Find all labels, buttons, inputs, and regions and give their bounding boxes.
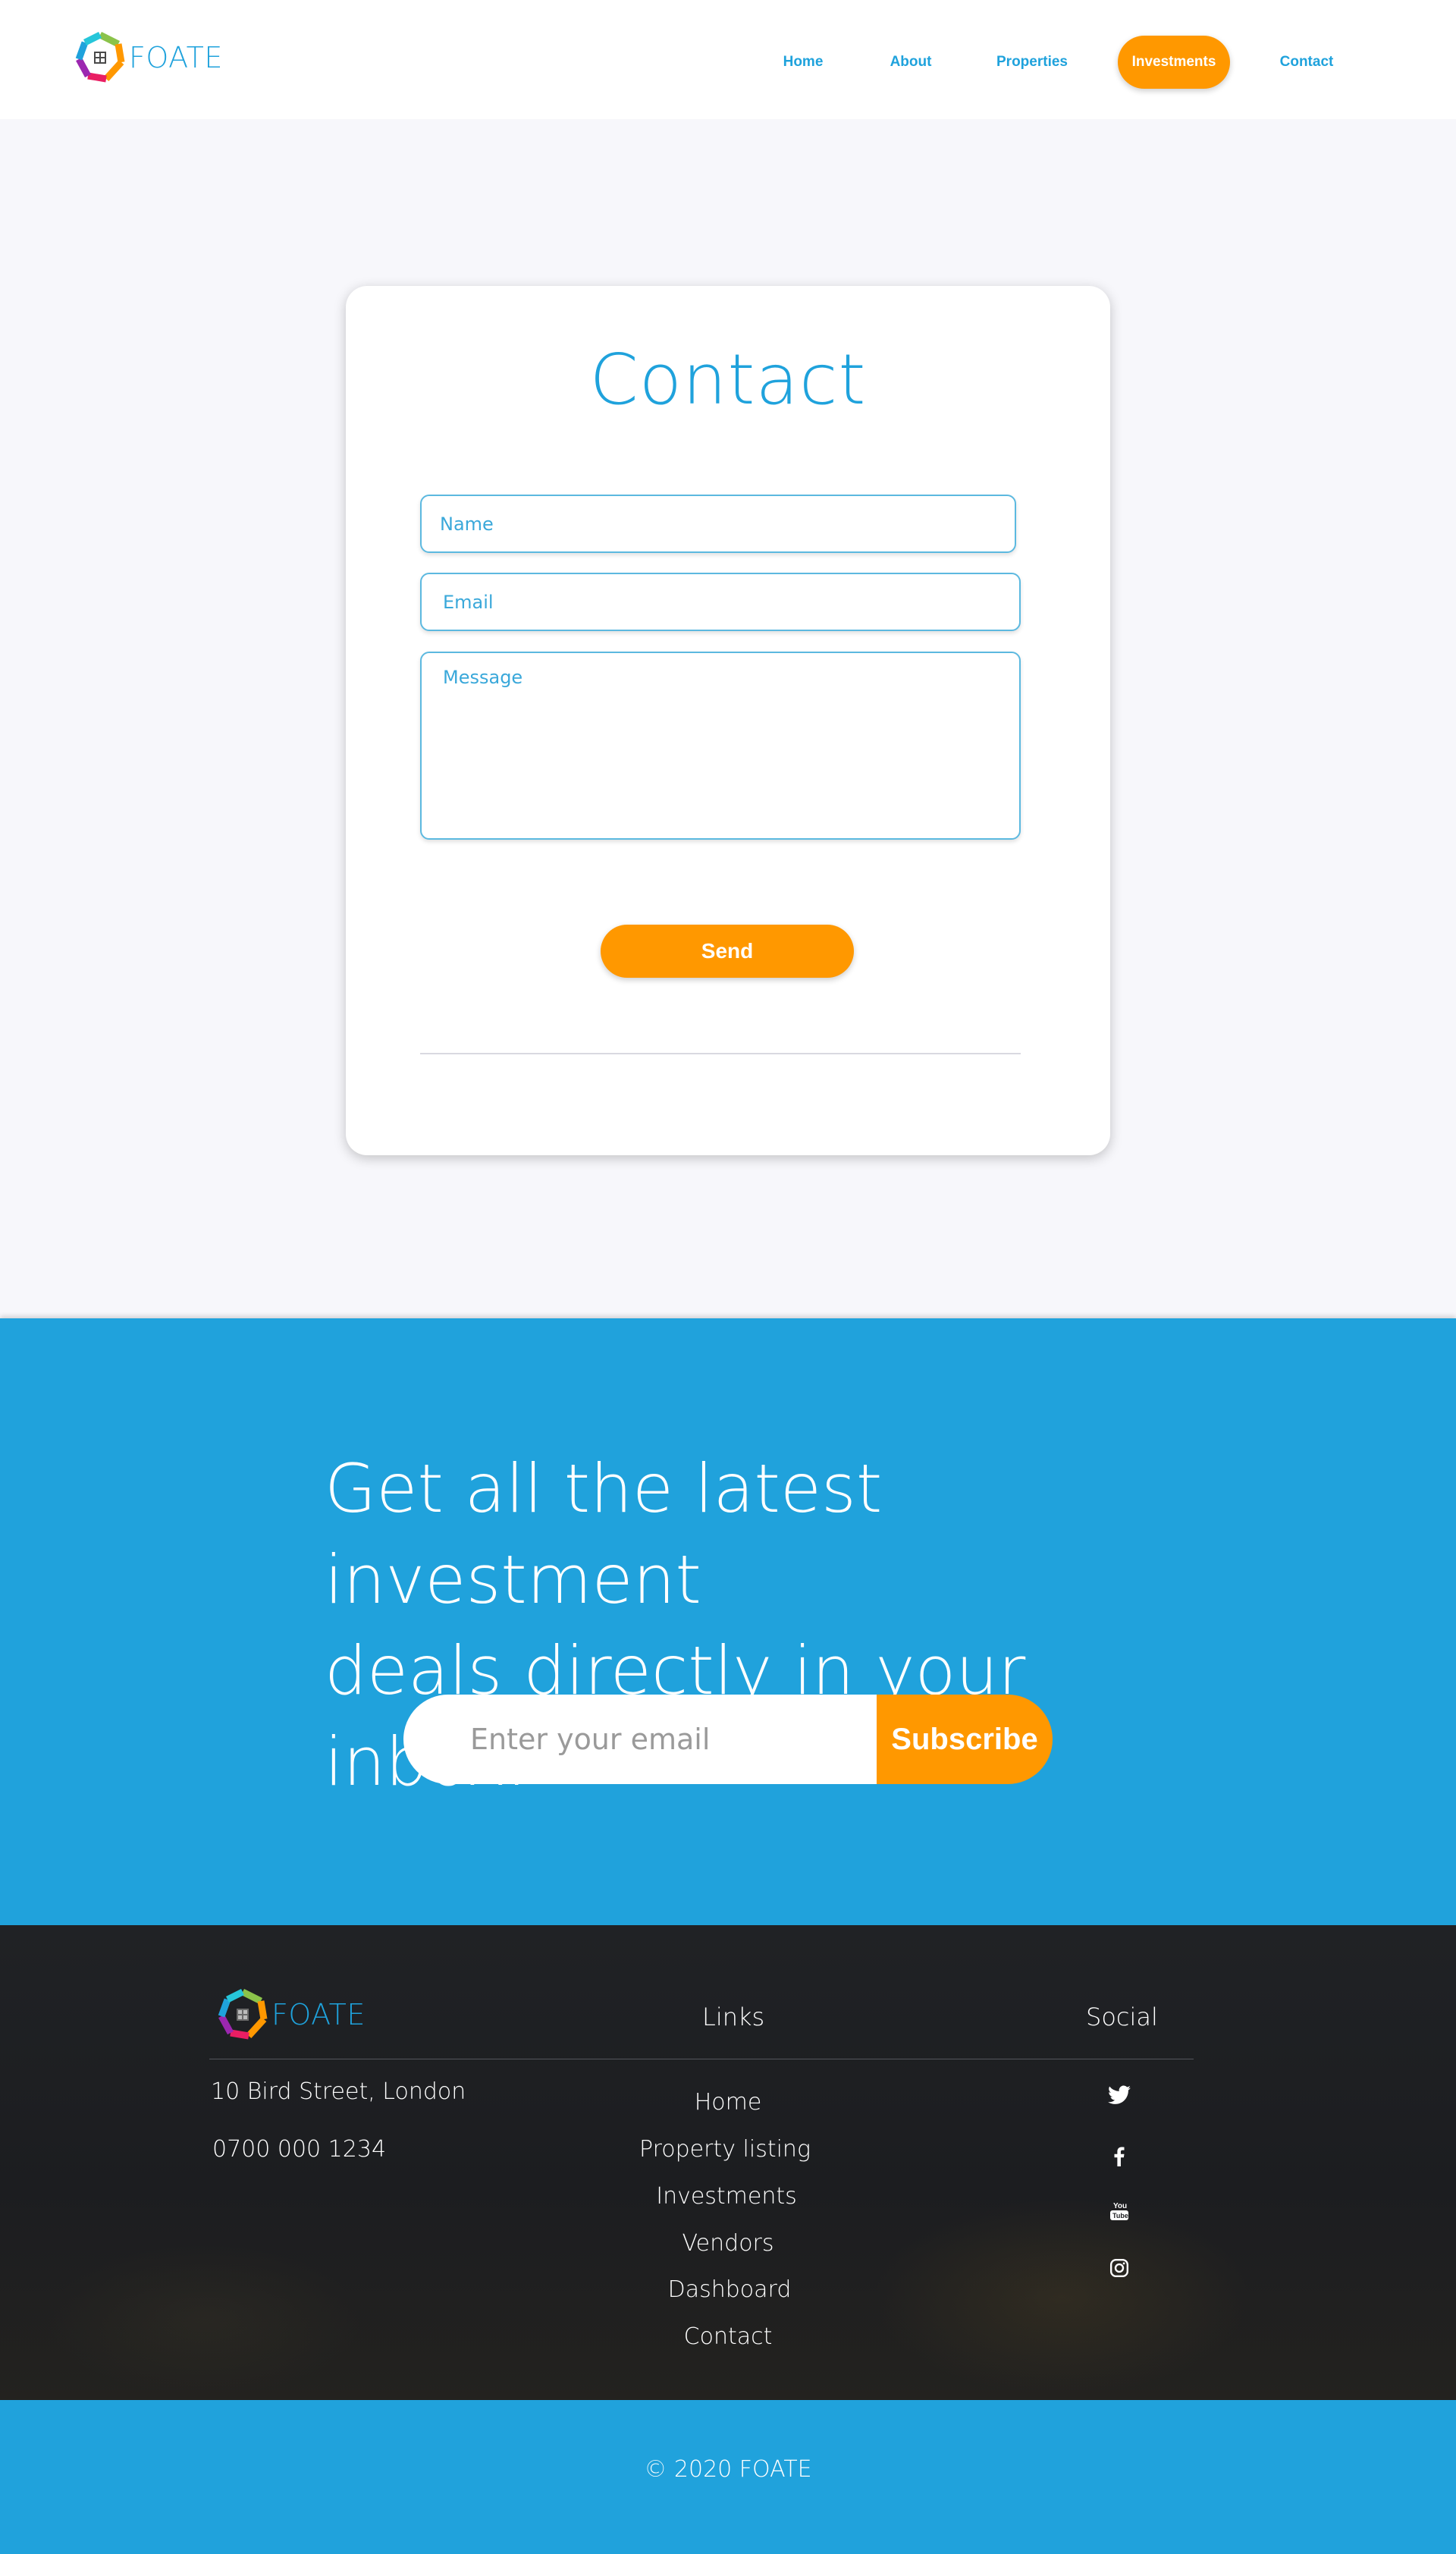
newsletter-section: Get all the latest investment deals dire… [0, 1318, 1456, 1925]
copyright-bar: © 2020 FOATE [0, 2400, 1456, 2554]
brand-name: FOATE [129, 41, 223, 74]
footer-phone: 0700 000 1234 [212, 2136, 387, 2163]
subscribe-button[interactable]: Subscribe [877, 1695, 1053, 1784]
nav-investments[interactable]: Investments [1118, 36, 1230, 89]
links-title: Links [702, 2003, 765, 2031]
footer-bg-glow-left [46, 2244, 364, 2395]
nav-home[interactable]: Home [775, 36, 831, 89]
nav-about[interactable]: About [882, 36, 940, 89]
logo-icon [75, 31, 125, 83]
twitter-icon[interactable] [1104, 2080, 1134, 2110]
nav-properties[interactable]: Properties [990, 36, 1074, 89]
footer-link-vendors[interactable]: Vendors [576, 2230, 880, 2257]
footer-brand-name: FOATE [271, 1998, 366, 2031]
footer-link-contact[interactable]: Contact [576, 2323, 880, 2350]
copyright-text: © 2020 FOATE [644, 2456, 812, 2483]
svg-text:You: You [1113, 2202, 1127, 2210]
site-footer: FOATE Links Social 10 Bird Street, Londo… [0, 1925, 1456, 2400]
brand-logo[interactable]: FOATE [71, 29, 223, 86]
message-textarea[interactable] [420, 652, 1021, 840]
site-header: FOATE [0, 0, 1456, 119]
logo-icon [218, 1988, 268, 2040]
contact-title: Contact [589, 339, 867, 420]
send-button[interactable]: Send [601, 925, 854, 978]
facebook-icon[interactable] [1104, 2141, 1134, 2172]
social-title: Social [1086, 2003, 1158, 2031]
email-input[interactable] [420, 573, 1021, 631]
footer-bg-glow [872, 2198, 1251, 2395]
svg-text:Tube: Tube [1112, 2212, 1128, 2219]
nav-contact[interactable]: Contact [1276, 36, 1338, 89]
newsletter-heading-line1: Get all the latest investment [325, 1450, 883, 1619]
youtube-icon[interactable]: You Tube [1104, 2196, 1134, 2226]
footer-link-investments[interactable]: Investments [575, 2183, 878, 2210]
subscribe-form: Subscribe [403, 1695, 1053, 1784]
name-input[interactable] [420, 495, 1016, 553]
instagram-icon[interactable] [1104, 2253, 1134, 2283]
footer-link-home[interactable]: Home [576, 2089, 880, 2116]
footer-brand-logo[interactable]: FOATE [214, 1986, 366, 2044]
footer-address: 10 Bird Street, London [211, 2078, 466, 2105]
card-divider [420, 1053, 1021, 1054]
footer-link-property-listing[interactable]: Property listing [573, 2136, 877, 2163]
footer-link-dashboard[interactable]: Dashboard [578, 2276, 881, 2303]
newsletter-email-input[interactable] [403, 1695, 904, 1784]
contact-card: Contact Send [346, 286, 1110, 1155]
